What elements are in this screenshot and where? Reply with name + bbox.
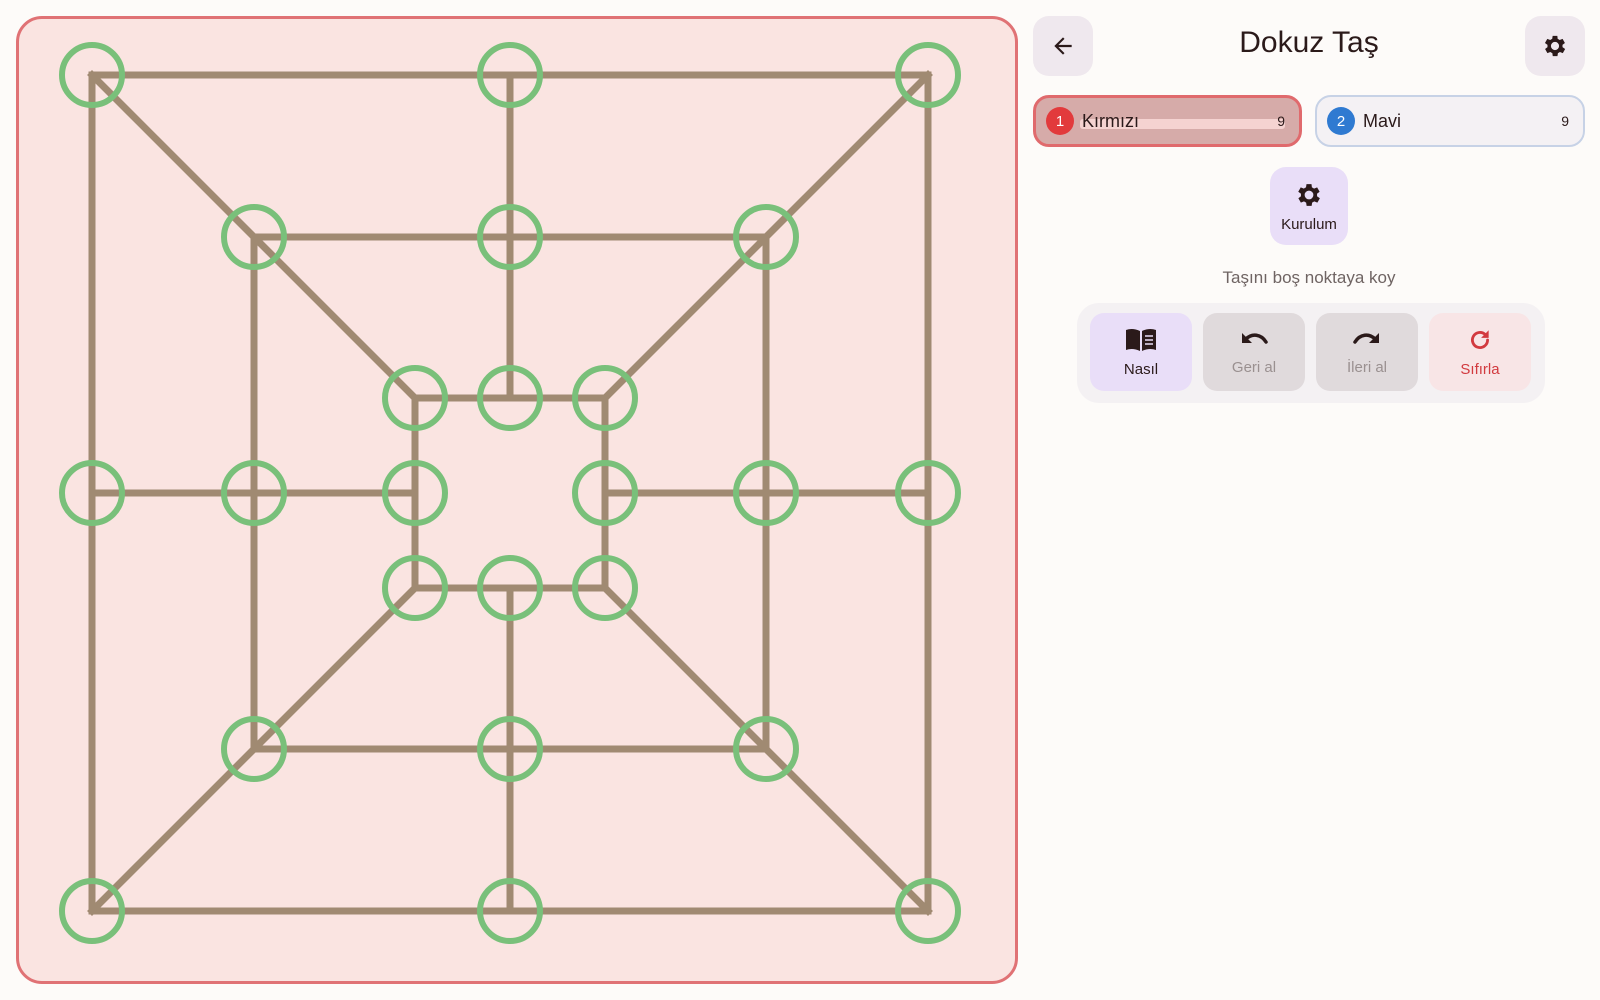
board-lines bbox=[87, 70, 933, 916]
undo-icon bbox=[1242, 332, 1268, 344]
how-to-play-button[interactable]: Nasıl bbox=[1090, 313, 1192, 391]
reset-icon bbox=[1471, 329, 1489, 349]
settings-button[interactable] bbox=[1525, 16, 1585, 76]
player-card-blue: 2 Mavi 9 bbox=[1315, 95, 1585, 147]
gear-icon bbox=[1544, 35, 1566, 57]
book-icon bbox=[1126, 328, 1156, 351]
board-svg[interactable] bbox=[19, 19, 1021, 987]
player-name: Kırmızı bbox=[1082, 110, 1139, 131]
action-bar: Nasıl Geri al İleri al Sıfırla bbox=[1077, 303, 1545, 403]
undo-label: Geri al bbox=[1231, 358, 1277, 376]
player-number-badge: 2 bbox=[1327, 107, 1355, 135]
gear-icon bbox=[1298, 183, 1320, 206]
pieces-remaining: 9 bbox=[1277, 113, 1285, 129]
setup-label: Kurulum bbox=[1281, 215, 1337, 233]
how-to-play-label: Nasıl bbox=[1123, 360, 1159, 378]
arrow-left-icon bbox=[1054, 37, 1072, 55]
redo-icon bbox=[1353, 332, 1379, 344]
redo-label: İleri al bbox=[1346, 358, 1387, 376]
game-board[interactable] bbox=[16, 16, 1018, 984]
player-name: Mavi bbox=[1363, 110, 1402, 131]
setup-button[interactable]: Kurulum bbox=[1270, 167, 1348, 245]
pieces-remaining: 9 bbox=[1561, 113, 1569, 129]
side-panel: Dokuz Taş 1 Kırmızı 9 2 Mavi 9 Kurulum T… bbox=[1033, 16, 1585, 436]
player-number-badge: 1 bbox=[1046, 107, 1074, 135]
status-hint: Taşını boş noktaya koy bbox=[1222, 268, 1396, 287]
undo-button[interactable]: Geri al bbox=[1203, 313, 1305, 391]
reset-button[interactable]: Sıfırla bbox=[1429, 313, 1531, 391]
page-title: Dokuz Taş bbox=[1239, 26, 1379, 59]
player-card-red: 1 Kırmızı 9 bbox=[1033, 95, 1302, 147]
back-button[interactable] bbox=[1033, 16, 1093, 76]
reset-label: Sıfırla bbox=[1460, 360, 1500, 378]
redo-button[interactable]: İleri al bbox=[1316, 313, 1418, 391]
